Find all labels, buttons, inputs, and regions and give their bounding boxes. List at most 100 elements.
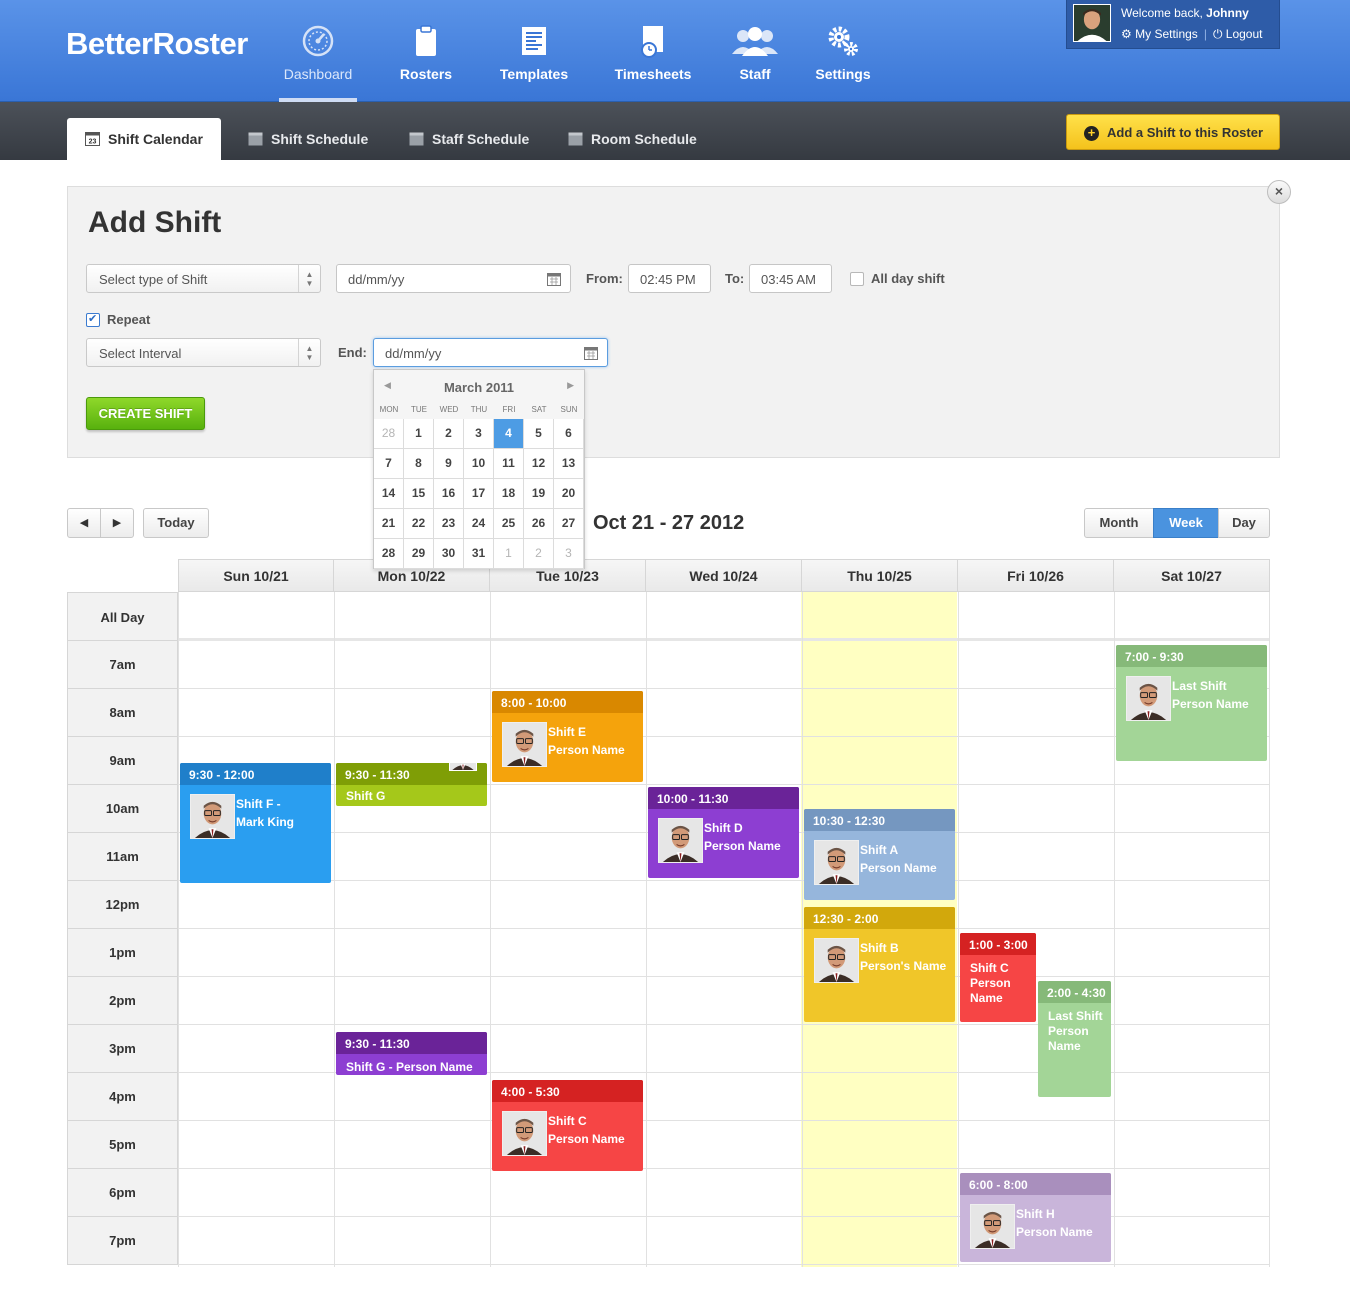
top-navigation-bar: BetterRoster Dashboard Rosters Templates: [0, 0, 1350, 102]
grid-row-line: [178, 736, 1270, 737]
date-picker-day[interactable]: 9: [434, 449, 464, 479]
avatar[interactable]: [1073, 4, 1111, 42]
shift-type-select[interactable]: Select type of Shift ▲ ▼: [86, 264, 321, 293]
shift-event[interactable]: 1:00 - 3:00 Shift C Person Name: [960, 933, 1036, 1023]
date-picker-day[interactable]: 18: [494, 479, 524, 509]
previous-week-button[interactable]: ◀: [67, 508, 101, 538]
date-picker-day[interactable]: 12: [524, 449, 554, 479]
hour-label: 8am: [67, 689, 178, 737]
date-picker-day[interactable]: 29: [404, 539, 434, 569]
add-shift-to-roster-button[interactable]: + Add a Shift to this Roster: [1066, 114, 1280, 150]
shift-event[interactable]: 9:30 - 11:30 Shift G - Person Name: [336, 1031, 487, 1075]
all-day-checkbox[interactable]: [850, 272, 864, 286]
date-picker-day[interactable]: 31: [464, 539, 494, 569]
shift-details: Shift B Person's Name: [860, 939, 946, 975]
date-picker-day[interactable]: 24: [464, 509, 494, 539]
repeat-checkbox[interactable]: [86, 312, 100, 327]
date-picker-day[interactable]: 26: [524, 509, 554, 539]
shift-event[interactable]: 10:30 - 12:30 Shift A Person Name: [804, 808, 955, 900]
shift-name: Last Shift: [1172, 679, 1227, 694]
date-picker-day[interactable]: 21: [374, 509, 404, 539]
date-picker-day[interactable]: 27: [554, 509, 584, 539]
grid-column-line: [178, 592, 179, 1267]
shift-event[interactable]: 10:00 - 11:30 Shift D Person Name: [648, 787, 799, 879]
day-column-header[interactable]: Sat 10/27: [1114, 559, 1270, 592]
next-month-icon[interactable]: ▶: [567, 380, 574, 391]
nav-templates[interactable]: Templates: [497, 24, 571, 102]
create-shift-button[interactable]: CREATE SHIFT: [86, 397, 205, 430]
shift-body: Shift A Person Name: [804, 831, 955, 900]
close-panel-button[interactable]: ×: [1267, 180, 1291, 204]
date-picker-day[interactable]: 10: [464, 449, 494, 479]
shift-event[interactable]: 2:00 - 4:30 Last Shift Person Name: [1038, 981, 1111, 1097]
nav-timesheets[interactable]: Timesheets: [612, 24, 694, 102]
shift-body: Shift B Person's Name: [804, 929, 955, 1022]
day-column-header[interactable]: Thu 10/25: [802, 559, 958, 592]
nav-staff[interactable]: Staff: [730, 24, 780, 102]
date-picker-day[interactable]: 7: [374, 449, 404, 479]
view-month-button[interactable]: Month: [1084, 508, 1154, 538]
view-week-button[interactable]: Week: [1153, 508, 1219, 538]
shift-event[interactable]: 12:30 - 2:00 Shift B Person's Name: [804, 907, 955, 1023]
date-picker-day[interactable]: 6: [554, 419, 584, 449]
shift-body: Shift H Person Name: [960, 1195, 1111, 1262]
shift-event[interactable]: 8:00 - 10:00 Shift E Person Name: [492, 691, 643, 783]
date-picker-day[interactable]: 20: [554, 479, 584, 509]
nav-dashboard[interactable]: Dashboard: [279, 24, 357, 102]
date-picker-day[interactable]: 2: [434, 419, 464, 449]
date-picker-day[interactable]: 28: [374, 419, 404, 449]
end-date-input[interactable]: dd/mm/yy: [373, 338, 608, 367]
day-column-header[interactable]: Sun 10/21: [178, 559, 334, 592]
interval-select[interactable]: Select Interval ▲ ▼: [86, 338, 321, 367]
shift-time: 6:00 - 8:00: [960, 1173, 1111, 1196]
date-picker-day[interactable]: 16: [434, 479, 464, 509]
date-picker-day[interactable]: 3: [554, 539, 584, 569]
shift-event[interactable]: 9:30 - 11:30 Shift G: [336, 763, 487, 807]
app-logo[interactable]: BetterRoster: [66, 26, 248, 62]
shift-event[interactable]: 6:00 - 8:00 Shift H Person Name: [960, 1173, 1111, 1263]
date-picker-day[interactable]: 14: [374, 479, 404, 509]
date-picker-day[interactable]: 2: [524, 539, 554, 569]
shift-date-input[interactable]: dd/mm/yy: [336, 264, 571, 293]
date-picker-day[interactable]: 1: [404, 419, 434, 449]
nav-settings[interactable]: Settings: [814, 24, 872, 102]
date-picker-day[interactable]: 8: [404, 449, 434, 479]
logout-link[interactable]: ⏻ Logout: [1213, 27, 1263, 41]
tab-shift-calendar[interactable]: 23 Shift Calendar: [67, 118, 221, 160]
date-picker-day[interactable]: 13: [554, 449, 584, 479]
day-column-header[interactable]: Wed 10/24: [646, 559, 802, 592]
person-avatar: [970, 1204, 1015, 1250]
date-picker-day[interactable]: 1: [494, 539, 524, 569]
today-button[interactable]: Today: [143, 508, 209, 538]
to-time-input[interactable]: 03:45 AM: [749, 264, 832, 293]
date-picker-day[interactable]: 25: [494, 509, 524, 539]
day-column-header[interactable]: Fri 10/26: [958, 559, 1114, 592]
date-picker-day[interactable]: 23: [434, 509, 464, 539]
date-picker-day-selected[interactable]: 4: [494, 419, 524, 449]
next-week-button[interactable]: ▶: [100, 508, 134, 538]
my-settings-link[interactable]: ⚙ My Settings: [1121, 27, 1198, 41]
tab-shift-schedule[interactable]: Shift Schedule: [230, 118, 386, 160]
view-day-button[interactable]: Day: [1218, 508, 1270, 538]
date-picker-day[interactable]: 15: [404, 479, 434, 509]
shift-event[interactable]: 9:30 - 12:00 Shift F - Mark King: [180, 763, 331, 883]
date-picker-day[interactable]: 11: [494, 449, 524, 479]
date-picker-day[interactable]: 17: [464, 479, 494, 509]
tab-staff-schedule[interactable]: Staff Schedule: [391, 118, 547, 160]
date-picker-day[interactable]: 30: [434, 539, 464, 569]
nav-rosters[interactable]: Rosters: [395, 24, 457, 102]
date-picker-day[interactable]: 19: [524, 479, 554, 509]
shift-event[interactable]: 7:00 - 9:30 Last Shift Person Name: [1116, 645, 1267, 761]
date-picker-day[interactable]: 5: [524, 419, 554, 449]
shift-event[interactable]: 4:00 - 5:30 Shift C Person Name: [492, 1079, 643, 1171]
tab-room-schedule[interactable]: Room Schedule: [550, 118, 715, 160]
from-time-input[interactable]: 02:45 PM: [628, 264, 711, 293]
welcome-text: Welcome back, Johnny: [1121, 6, 1249, 20]
date-picker-day[interactable]: 22: [404, 509, 434, 539]
date-picker-day[interactable]: 3: [464, 419, 494, 449]
hour-label: 5pm: [67, 1121, 178, 1169]
date-picker-day[interactable]: 28: [374, 539, 404, 569]
shift-time: 12:30 - 2:00: [804, 907, 955, 929]
person-name: Person Name: [548, 743, 625, 757]
svg-text:23: 23: [89, 139, 97, 146]
